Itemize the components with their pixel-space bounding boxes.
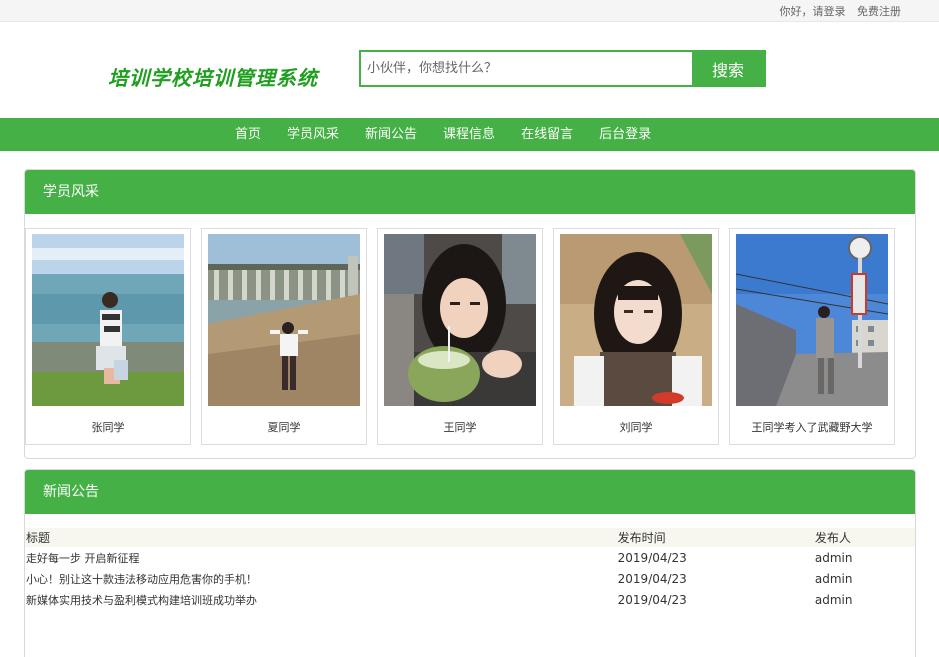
student-card[interactable]: 夏同学	[201, 228, 367, 445]
students-panel: 学员风采 张同学 夏同学 王同学 刘同学 王同学考入了武藏野大学	[24, 169, 916, 459]
news-date: 2019/04/23	[617, 571, 687, 586]
main-nav: 首页 学员风采 新闻公告 课程信息 在线留言 后台登录	[0, 118, 939, 151]
student-name: 王同学	[443, 421, 477, 434]
news-title-link[interactable]: 小心！别让这十款违法移动应用危害你的手机！	[26, 573, 257, 586]
column-header-date: 发布时间	[617, 528, 815, 547]
search-button[interactable]: 搜索	[692, 52, 764, 85]
register-link[interactable]: 免费注册	[857, 5, 901, 18]
news-table: 标题 发布时间 发布人 走好每一步 开启新征程 2019/04/23 admin…	[25, 528, 915, 610]
news-table-header: 标题 发布时间 发布人	[25, 528, 915, 547]
nav-item-students[interactable]: 学员风采	[274, 118, 352, 151]
news-date: 2019/04/23	[617, 550, 687, 565]
nav-item-admin-login[interactable]: 后台登录	[586, 118, 664, 151]
search-bar: 搜索	[359, 50, 766, 87]
news-title-link[interactable]: 新媒体实用技术与盈利模式构建培训班成功举办	[26, 594, 257, 607]
news-title-link[interactable]: 走好每一步 开启新征程	[26, 552, 140, 565]
site-logo[interactable]: 培训学校培训管理系统	[108, 62, 318, 91]
student-photo[interactable]	[384, 234, 536, 406]
column-header-author: 发布人	[814, 528, 915, 547]
nav-item-news[interactable]: 新闻公告	[352, 118, 430, 151]
table-row: 走好每一步 开启新征程 2019/04/23 admin	[25, 547, 915, 568]
nav-item-courses[interactable]: 课程信息	[430, 118, 508, 151]
student-card[interactable]: 刘同学	[553, 228, 719, 445]
news-date: 2019/04/23	[617, 592, 687, 607]
student-name: 王同学考入了武藏野大学	[751, 421, 873, 434]
news-author: admin	[814, 571, 853, 586]
student-name: 张同学	[91, 421, 125, 434]
student-name: 夏同学	[267, 421, 301, 434]
student-card[interactable]: 王同学考入了武藏野大学	[729, 228, 895, 445]
news-author: admin	[814, 550, 853, 565]
nav-item-home[interactable]: 首页	[222, 118, 274, 151]
student-photo[interactable]	[736, 234, 888, 406]
login-link[interactable]: 请登录	[813, 5, 846, 18]
column-header-title: 标题	[25, 528, 618, 547]
search-input[interactable]	[361, 52, 692, 85]
student-photo[interactable]	[32, 234, 184, 406]
table-row: 新媒体实用技术与盈利模式构建培训班成功举办 2019/04/23 admin	[25, 589, 915, 610]
student-gallery: 张同学 夏同学 王同学 刘同学 王同学考入了武藏野大学	[25, 228, 915, 458]
header: 培训学校培训管理系统 搜索	[0, 22, 939, 118]
top-bar: 你好，请登录 免费注册	[0, 0, 939, 22]
news-panel: 新闻公告 标题 发布时间 发布人 走好每一步 开启新征程 2019/04/23 …	[24, 469, 916, 657]
news-panel-title: 新闻公告	[25, 470, 915, 514]
student-photo[interactable]	[208, 234, 360, 406]
student-card[interactable]: 王同学	[377, 228, 543, 445]
user-links: 你好，请登录 免费注册	[772, 3, 902, 19]
students-panel-title: 学员风采	[25, 170, 915, 214]
student-card[interactable]: 张同学	[25, 228, 191, 445]
student-photo[interactable]	[560, 234, 712, 406]
table-row: 小心！别让这十款违法移动应用危害你的手机！ 2019/04/23 admin	[25, 568, 915, 589]
news-author: admin	[814, 592, 853, 607]
greeting-text: 你好，	[779, 5, 813, 18]
nav-item-messages[interactable]: 在线留言	[508, 118, 586, 151]
student-name: 刘同学	[619, 421, 653, 434]
